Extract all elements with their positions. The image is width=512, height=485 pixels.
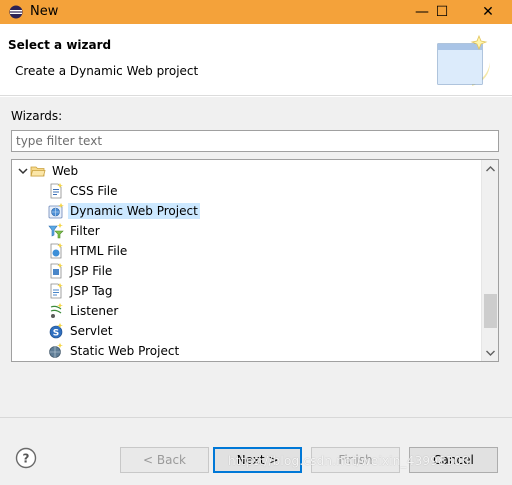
tree-item-jsp-file[interactable]: JSP File bbox=[48, 261, 114, 281]
tree-item-listener[interactable]: Listener bbox=[48, 301, 120, 321]
tree-item-servlet[interactable]: S Servlet bbox=[48, 321, 114, 341]
tree-item-label: Servlet bbox=[70, 324, 113, 338]
tree-scrollbar[interactable] bbox=[481, 160, 498, 361]
jsp-tag-icon bbox=[50, 283, 63, 299]
tree-item-label: Filter bbox=[70, 224, 100, 238]
dynamic-web-project-icon bbox=[48, 203, 64, 219]
tree-item-label: JSP Tag bbox=[70, 284, 113, 298]
close-button[interactable]: ✕ bbox=[470, 0, 506, 24]
eclipse-app-icon bbox=[9, 5, 23, 19]
cancel-button[interactable]: Cancel bbox=[409, 447, 498, 473]
folder-open-icon bbox=[30, 166, 46, 177]
help-icon[interactable]: ? bbox=[15, 447, 37, 469]
tree-item-label: HTML File bbox=[70, 244, 128, 258]
filter-icon bbox=[48, 223, 64, 239]
wizard-tree[interactable]: Web CSS File Dynamic Web Project Filter … bbox=[11, 159, 499, 362]
jsp-file-icon bbox=[50, 263, 63, 279]
tree-item-label: Dynamic Web Project bbox=[68, 203, 200, 219]
tree-item-label: CSS File bbox=[70, 184, 118, 198]
finish-button[interactable]: Finish bbox=[311, 447, 400, 473]
banner-subtitle: Create a Dynamic Web project bbox=[15, 64, 199, 78]
tree-item-label: Listener bbox=[70, 304, 119, 318]
static-web-project-icon bbox=[49, 343, 63, 358]
tree-item-jsp-tag[interactable]: JSP Tag bbox=[48, 281, 115, 301]
tree-item-dynamic-web-project[interactable]: Dynamic Web Project bbox=[48, 201, 200, 221]
svg-text:S: S bbox=[53, 329, 59, 339]
tree-item-html-file[interactable]: HTML File bbox=[48, 241, 129, 261]
tree-item-label: JSP File bbox=[70, 264, 113, 278]
scroll-thumb[interactable] bbox=[484, 294, 497, 328]
tree-item-css-file[interactable]: CSS File bbox=[48, 181, 120, 201]
chevron-down-icon[interactable] bbox=[16, 161, 30, 181]
wizard-body: Wizards: Web CSS File bbox=[0, 97, 512, 485]
tree-item-static-web-project[interactable]: Static Web Project bbox=[48, 341, 181, 361]
banner-heading: Select a wizard bbox=[8, 38, 112, 52]
wizards-label: Wizards: bbox=[11, 109, 63, 123]
listener-icon bbox=[50, 303, 63, 318]
next-button[interactable]: Next > bbox=[213, 447, 302, 473]
title-bar: New — ☐ ✕ bbox=[0, 0, 512, 24]
scroll-down-icon[interactable] bbox=[482, 344, 498, 361]
window-title: New bbox=[30, 4, 59, 19]
tree-group-label: Web bbox=[52, 164, 79, 178]
tree-item-label: Static Web Project bbox=[70, 344, 180, 358]
tree-item-filter[interactable]: Filter bbox=[48, 221, 102, 241]
scroll-up-icon[interactable] bbox=[482, 160, 498, 177]
svg-text:?: ? bbox=[23, 452, 30, 466]
tree-group-web[interactable]: Web bbox=[16, 161, 80, 181]
html-file-icon bbox=[50, 243, 63, 259]
new-wizard-icon bbox=[437, 34, 490, 86]
wizard-banner: Select a wizard Create a Dynamic Web pro… bbox=[0, 24, 512, 96]
back-button[interactable]: < Back bbox=[120, 447, 209, 473]
filter-input[interactable] bbox=[11, 130, 499, 152]
css-file-icon bbox=[50, 183, 63, 199]
maximize-button[interactable]: ☐ bbox=[424, 0, 460, 24]
servlet-icon: S bbox=[49, 323, 63, 339]
footer-separator bbox=[0, 417, 512, 418]
